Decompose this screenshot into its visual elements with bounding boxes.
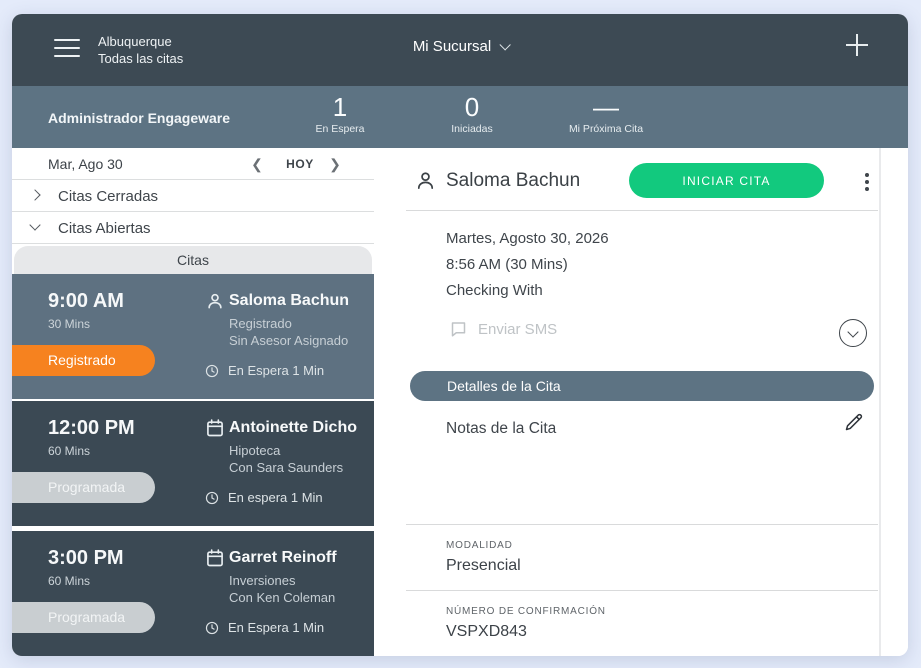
chevron-down-icon [29, 219, 40, 230]
previous-day-icon[interactable]: ❮ [250, 157, 264, 171]
counter-waiting: 1 En Espera [280, 92, 400, 135]
counter-started: 0 Iniciadas [412, 92, 532, 135]
counter-next-label: Mi Próxima Cita [536, 123, 676, 135]
counter-next-value: — [536, 92, 676, 122]
scrollbar-track[interactable] [879, 148, 881, 656]
start-appointment-button[interactable]: INICIAR CITA [629, 163, 824, 198]
app-window: Albuquerque Todas las citas Mi Sucursal … [12, 14, 908, 656]
appointment-duration: 30 Mins [48, 317, 90, 331]
appointment-duration: 60 Mins [48, 574, 90, 588]
appointments-sidebar: Mar, Ago 30 ❮ HOY ❯ Citas Cerradas Citas… [12, 148, 374, 656]
clock-icon [205, 364, 219, 378]
advisor-line: Con Ken Coleman [229, 590, 335, 605]
open-appointments-section[interactable]: Citas Abiertas [12, 212, 374, 244]
counter-waiting-value: 1 [280, 92, 400, 122]
branch-selector-label: Mi Sucursal [413, 38, 491, 55]
appointment-card-garret-reinoff[interactable]: 3:00 PM 60 Mins Programada Garret Reinof… [12, 531, 374, 656]
status-bar: Administrador Engageware 1 En Espera 0 I… [12, 86, 908, 148]
clock-icon [205, 491, 219, 505]
appointment-duration: 60 Mins [48, 444, 90, 458]
branch-selector[interactable]: Mi Sucursal [12, 38, 908, 55]
detail-customer-name: Saloma Bachun [446, 170, 580, 192]
more-options-icon[interactable] [858, 169, 876, 195]
chevron-right-icon [29, 189, 40, 200]
counter-started-value: 0 [412, 92, 532, 122]
admin-label: Administrador Engageware [48, 110, 230, 126]
next-day-icon[interactable]: ❯ [328, 157, 342, 171]
edit-pencil-icon[interactable] [843, 412, 864, 433]
service-line: Inversiones [229, 573, 295, 588]
customer-name: Saloma Bachun [229, 292, 349, 310]
date-navigation: Mar, Ago 30 ❮ HOY ❯ [12, 148, 374, 180]
clock-icon [205, 621, 219, 635]
customer-name: Garret Reinoff [229, 549, 337, 567]
divider [406, 524, 878, 525]
open-appointments-label: Citas Abiertas [58, 220, 151, 237]
advisor-line: Con Sara Saunders [229, 460, 343, 475]
closed-appointments-label: Citas Cerradas [58, 188, 158, 205]
status-badge: Programada [12, 602, 155, 633]
chevron-down-icon [500, 39, 511, 50]
customer-name: Antoinette Dicho [229, 419, 357, 437]
appointment-detail-panel: Saloma Bachun INICIAR CITA Martes, Agost… [374, 148, 908, 656]
wait-time: En espera 1 Min [205, 490, 323, 505]
person-icon [414, 169, 437, 192]
appointment-time: 9:00 AM [48, 290, 124, 313]
status-badge: Registrado [12, 345, 155, 376]
modality-label: MODALIDAD [446, 540, 513, 551]
appointment-card-saloma-bachun[interactable]: 9:00 AM 30 Mins Registrado Saloma Bachun… [12, 274, 374, 399]
appointment-card-antoinette-dicho[interactable]: 12:00 PM 60 Mins Programada Antoinette D… [12, 401, 374, 526]
appointment-details-button[interactable]: Detalles de la Cita [410, 371, 874, 401]
counter-next-appointment: — Mi Próxima Cita [536, 92, 676, 135]
modality-value: Presencial [446, 557, 521, 575]
confirmation-number-label: NÚMERO DE CONFIRMACIÓN [446, 606, 606, 617]
appointment-date-line: Martes, Agosto 30, 2026 [446, 230, 609, 247]
wait-time: En Espera 1 Min [205, 620, 324, 635]
appointment-time: 12:00 PM [48, 417, 135, 440]
expand-chevron-icon[interactable] [839, 319, 867, 347]
counter-started-label: Iniciadas [412, 123, 532, 135]
current-date-label: Mar, Ago 30 [48, 156, 123, 172]
person-icon [205, 291, 225, 311]
send-sms-button[interactable]: Enviar SMS [449, 320, 557, 338]
top-header: Albuquerque Todas las citas Mi Sucursal [12, 14, 908, 86]
checking-with-line: Checking With [446, 282, 543, 299]
appointment-time-line: 8:56 AM (30 Mins) [446, 256, 568, 273]
notes-label: Notas de la Cita [446, 420, 556, 438]
service-line: Hipoteca [229, 443, 280, 458]
appointment-status-line: Registrado [229, 316, 292, 331]
confirmation-number-value: VSPXD843 [446, 623, 527, 641]
advisor-line: Sin Asesor Asignado [229, 333, 348, 348]
add-appointment-button[interactable] [844, 32, 870, 58]
wait-time: En Espera 1 Min [205, 363, 324, 378]
divider [406, 590, 878, 591]
divider [406, 210, 878, 211]
today-button[interactable]: HOY [274, 157, 326, 171]
appointment-time: 3:00 PM [48, 547, 124, 570]
status-badge: Programada [12, 472, 155, 503]
closed-appointments-section[interactable]: Citas Cerradas [12, 180, 374, 212]
counter-waiting-label: En Espera [280, 123, 400, 135]
tab-citas[interactable]: Citas [14, 246, 372, 274]
calendar-icon [205, 418, 225, 438]
chat-bubble-icon [449, 320, 468, 338]
calendar-icon [205, 548, 225, 568]
send-sms-label: Enviar SMS [478, 321, 557, 338]
